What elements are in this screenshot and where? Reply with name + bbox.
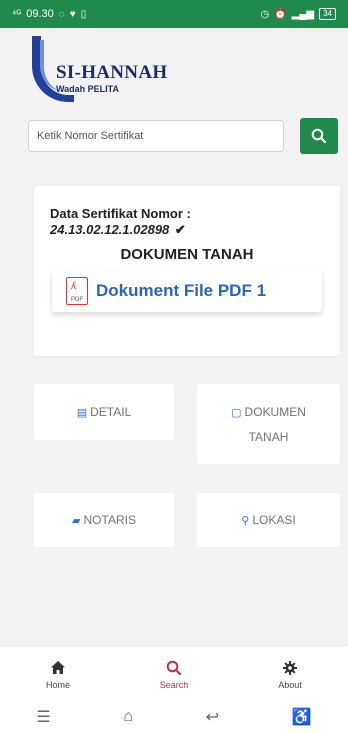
lokasi-button[interactable]: ⚲ LOKASI: [197, 493, 340, 547]
logo-title: SI-HANNAH: [56, 62, 168, 83]
pdf-symbol: ʎ: [71, 281, 76, 292]
checkmark-icon: ✔: [174, 222, 186, 237]
certificate-number-row: 24.13.02.12.1.02898 ✔: [50, 222, 186, 238]
system-navigation-bar: ☰ ⌂ ↩ ♿: [0, 701, 348, 733]
menu-icon[interactable]: ☰: [36, 707, 50, 727]
certificate-number: 24.13.02.12.1.02898: [50, 222, 170, 237]
lokasi-label: LOKASI: [252, 513, 296, 527]
book-icon: ▰: [72, 514, 81, 527]
home-button-icon[interactable]: ⌂: [123, 708, 133, 726]
certificate-card: Data Sertifikat Nomor : 24.13.02.12.1.02…: [34, 186, 340, 356]
bottom-navigation: Home Search About: [0, 645, 348, 702]
certificate-label: Data Sertifikat Nomor :: [50, 206, 191, 221]
certificate-search-input[interactable]: [28, 120, 284, 152]
search-bar: [28, 118, 340, 156]
battery-indicator: 34: [319, 8, 336, 20]
app-header: SI-HANNAH Wadah PELITA: [0, 28, 348, 110]
detail-button[interactable]: ▤ DETAIL: [34, 384, 174, 440]
back-icon[interactable]: ↩: [206, 707, 219, 727]
sim-icon: ▯: [80, 8, 87, 20]
tanah-label: TANAH: [248, 429, 289, 444]
notification-icon: ♥: [69, 8, 76, 20]
status-right: ◷ ⏰ ▂▄▆ 34: [260, 8, 336, 20]
search-icon: [166, 659, 182, 677]
search-icon: [311, 128, 327, 144]
status-time: 09.30: [26, 8, 54, 20]
status-left: ⁴ᴳ 09.30 ◌ ♥ ▯: [12, 8, 86, 20]
dokumen-tanah-button[interactable]: ▢ DOKUMEN TANAH: [197, 384, 340, 464]
nav-about-label: About: [278, 679, 302, 690]
network-icon: ⁴ᴳ: [12, 8, 22, 20]
signal-icon: ▂▄▆: [291, 8, 315, 20]
pdf-document-link[interactable]: ʎ PDF Dokument File PDF 1: [52, 270, 322, 312]
id-card-icon: ▤: [76, 406, 88, 419]
search-button[interactable]: [300, 118, 338, 154]
pdf-icon-label: PDF: [71, 297, 83, 303]
pdf-link-label: Dokument File PDF 1: [96, 281, 267, 300]
nav-home-label: Home: [45, 679, 70, 690]
notaris-button[interactable]: ▰ NOTARIS: [34, 493, 174, 547]
map-marker-icon: ⚲: [241, 514, 250, 527]
alarm-icon: ⏰: [274, 8, 287, 20]
pdf-file-icon: ʎ PDF: [66, 277, 88, 305]
gear-icon: [282, 659, 298, 677]
logo-subtitle: Wadah PELITA: [56, 84, 119, 94]
nav-search-label: Search: [159, 679, 189, 690]
detail-label: DETAIL: [90, 405, 132, 419]
whatsapp-icon: ◌: [58, 8, 65, 20]
notaris-label: NOTARIS: [83, 513, 136, 527]
dokumen-label: DOKUMEN: [244, 404, 306, 419]
accessibility-icon[interactable]: ♿: [292, 707, 312, 727]
nav-home[interactable]: Home: [18, 659, 98, 690]
home-icon: [50, 659, 66, 677]
document-heading: DOKUMEN TANAH: [120, 246, 254, 263]
nav-about[interactable]: About: [250, 659, 330, 690]
nav-search[interactable]: Search: [134, 659, 214, 690]
status-bar: ⁴ᴳ 09.30 ◌ ♥ ▯ ◷ ⏰ ▂▄▆ 34: [0, 0, 348, 28]
clock-icon: ◷: [260, 8, 270, 20]
app-logo: SI-HANNAH Wadah PELITA: [30, 36, 190, 106]
file-pdf-icon: ▢: [231, 406, 242, 419]
dokumen-tanah-line1: ▢ DOKUMEN: [231, 400, 306, 425]
